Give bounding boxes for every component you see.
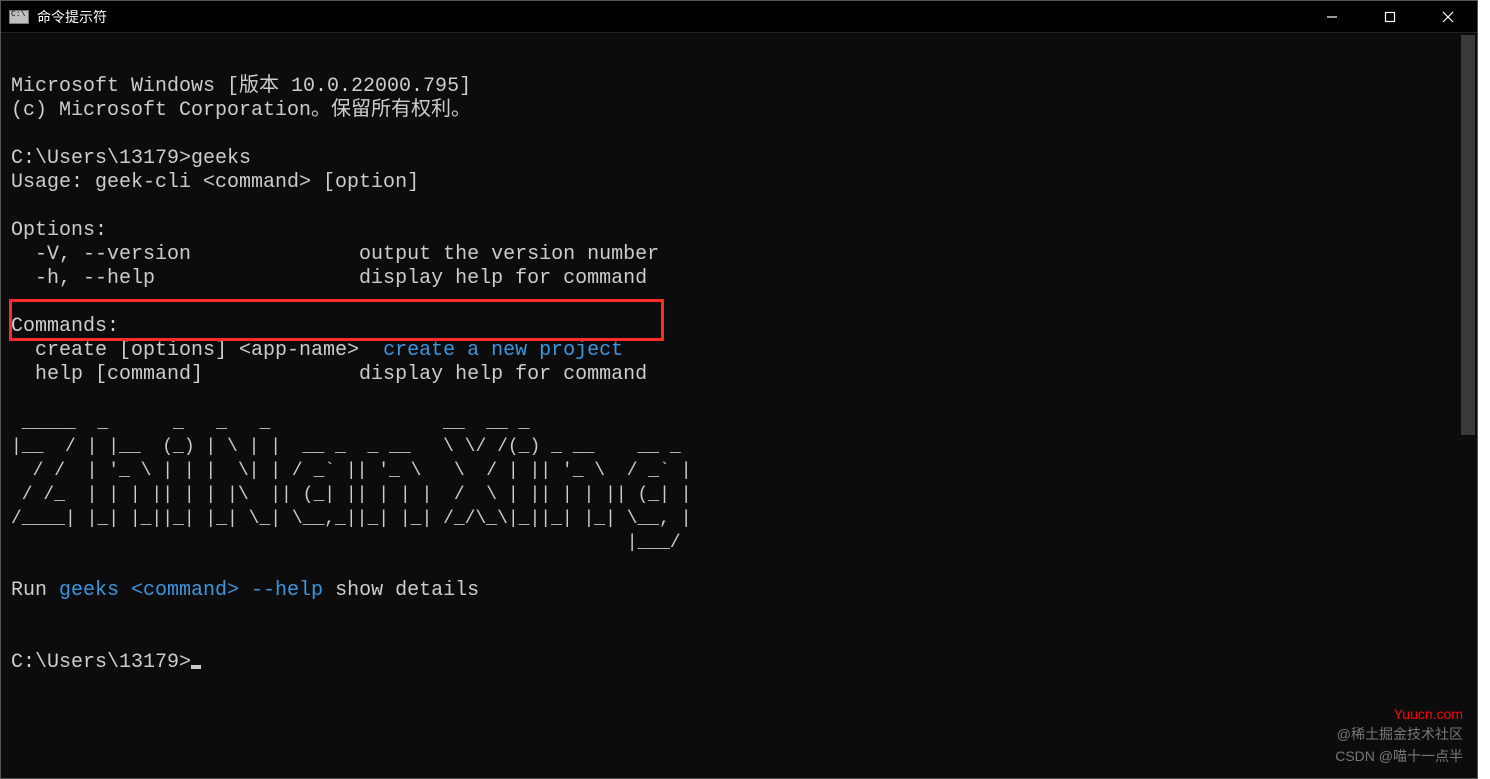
close-button[interactable] (1419, 1, 1477, 32)
run-cyan: geeks <command> --help (59, 579, 323, 602)
run-prefix: Run (11, 579, 59, 602)
maximize-icon (1384, 11, 1396, 23)
output-line: Options: (11, 219, 107, 242)
output-line: Microsoft Windows [版本 10.0.22000.795] (11, 75, 471, 98)
output-line (11, 627, 23, 650)
prompt-path: C:\Users\13179> (11, 651, 191, 674)
output-line: Usage: geek-cli <command> [option] (11, 171, 419, 194)
close-icon (1442, 11, 1454, 23)
output-line: Commands: (11, 315, 119, 338)
watermark-juejin: @稀土掘金技术社区 (1337, 724, 1463, 744)
run-suffix: show details (323, 579, 479, 602)
watermark-csdn: CSDN @喵十一点半 (1335, 746, 1463, 766)
output-line (11, 291, 23, 314)
output-line: -V, --version output the version number (11, 243, 659, 266)
output-line: create [options] <app-name> create a new… (11, 339, 623, 362)
cmd-create-left: create [options] <app-name> (11, 339, 383, 362)
watermark-yuucn: Yuucn.com (1394, 706, 1463, 722)
window-title: 命令提示符 (37, 7, 1303, 27)
output-line (11, 195, 23, 218)
output-line (11, 123, 23, 146)
output-line (11, 387, 23, 410)
command-prompt-window: 命令提示符 Microsoft Windows [版本 10.0.22000.7… (0, 0, 1478, 779)
minimize-button[interactable] (1303, 1, 1361, 32)
cmd-create-desc: create a new project (383, 339, 623, 362)
output-line: help [command] display help for command (11, 363, 647, 386)
minimize-icon (1326, 11, 1338, 23)
prompt-line: C:\Users\13179>geeks (11, 147, 251, 170)
terminal-output[interactable]: Microsoft Windows [版本 10.0.22000.795] (c… (1, 33, 1477, 778)
maximize-button[interactable] (1361, 1, 1419, 32)
entered-command: geeks (191, 147, 251, 170)
cmd-icon (9, 10, 29, 24)
cursor (191, 665, 201, 669)
ascii-art-logo: _____ _ _ _ _ __ __ _ |__ / | |__ (_) | … (11, 413, 692, 553)
output-line: -h, --help display help for command (11, 267, 647, 290)
output-line: (c) Microsoft Corporation。保留所有权利。 (11, 99, 471, 122)
output-line: Run geeks <command> --help show details (11, 579, 479, 602)
window-controls (1303, 1, 1477, 32)
output-line (11, 603, 23, 626)
prompt-line: C:\Users\13179> (11, 651, 201, 674)
titlebar[interactable]: 命令提示符 (1, 1, 1477, 33)
prompt-path: C:\Users\13179> (11, 147, 191, 170)
output-line (11, 555, 23, 578)
